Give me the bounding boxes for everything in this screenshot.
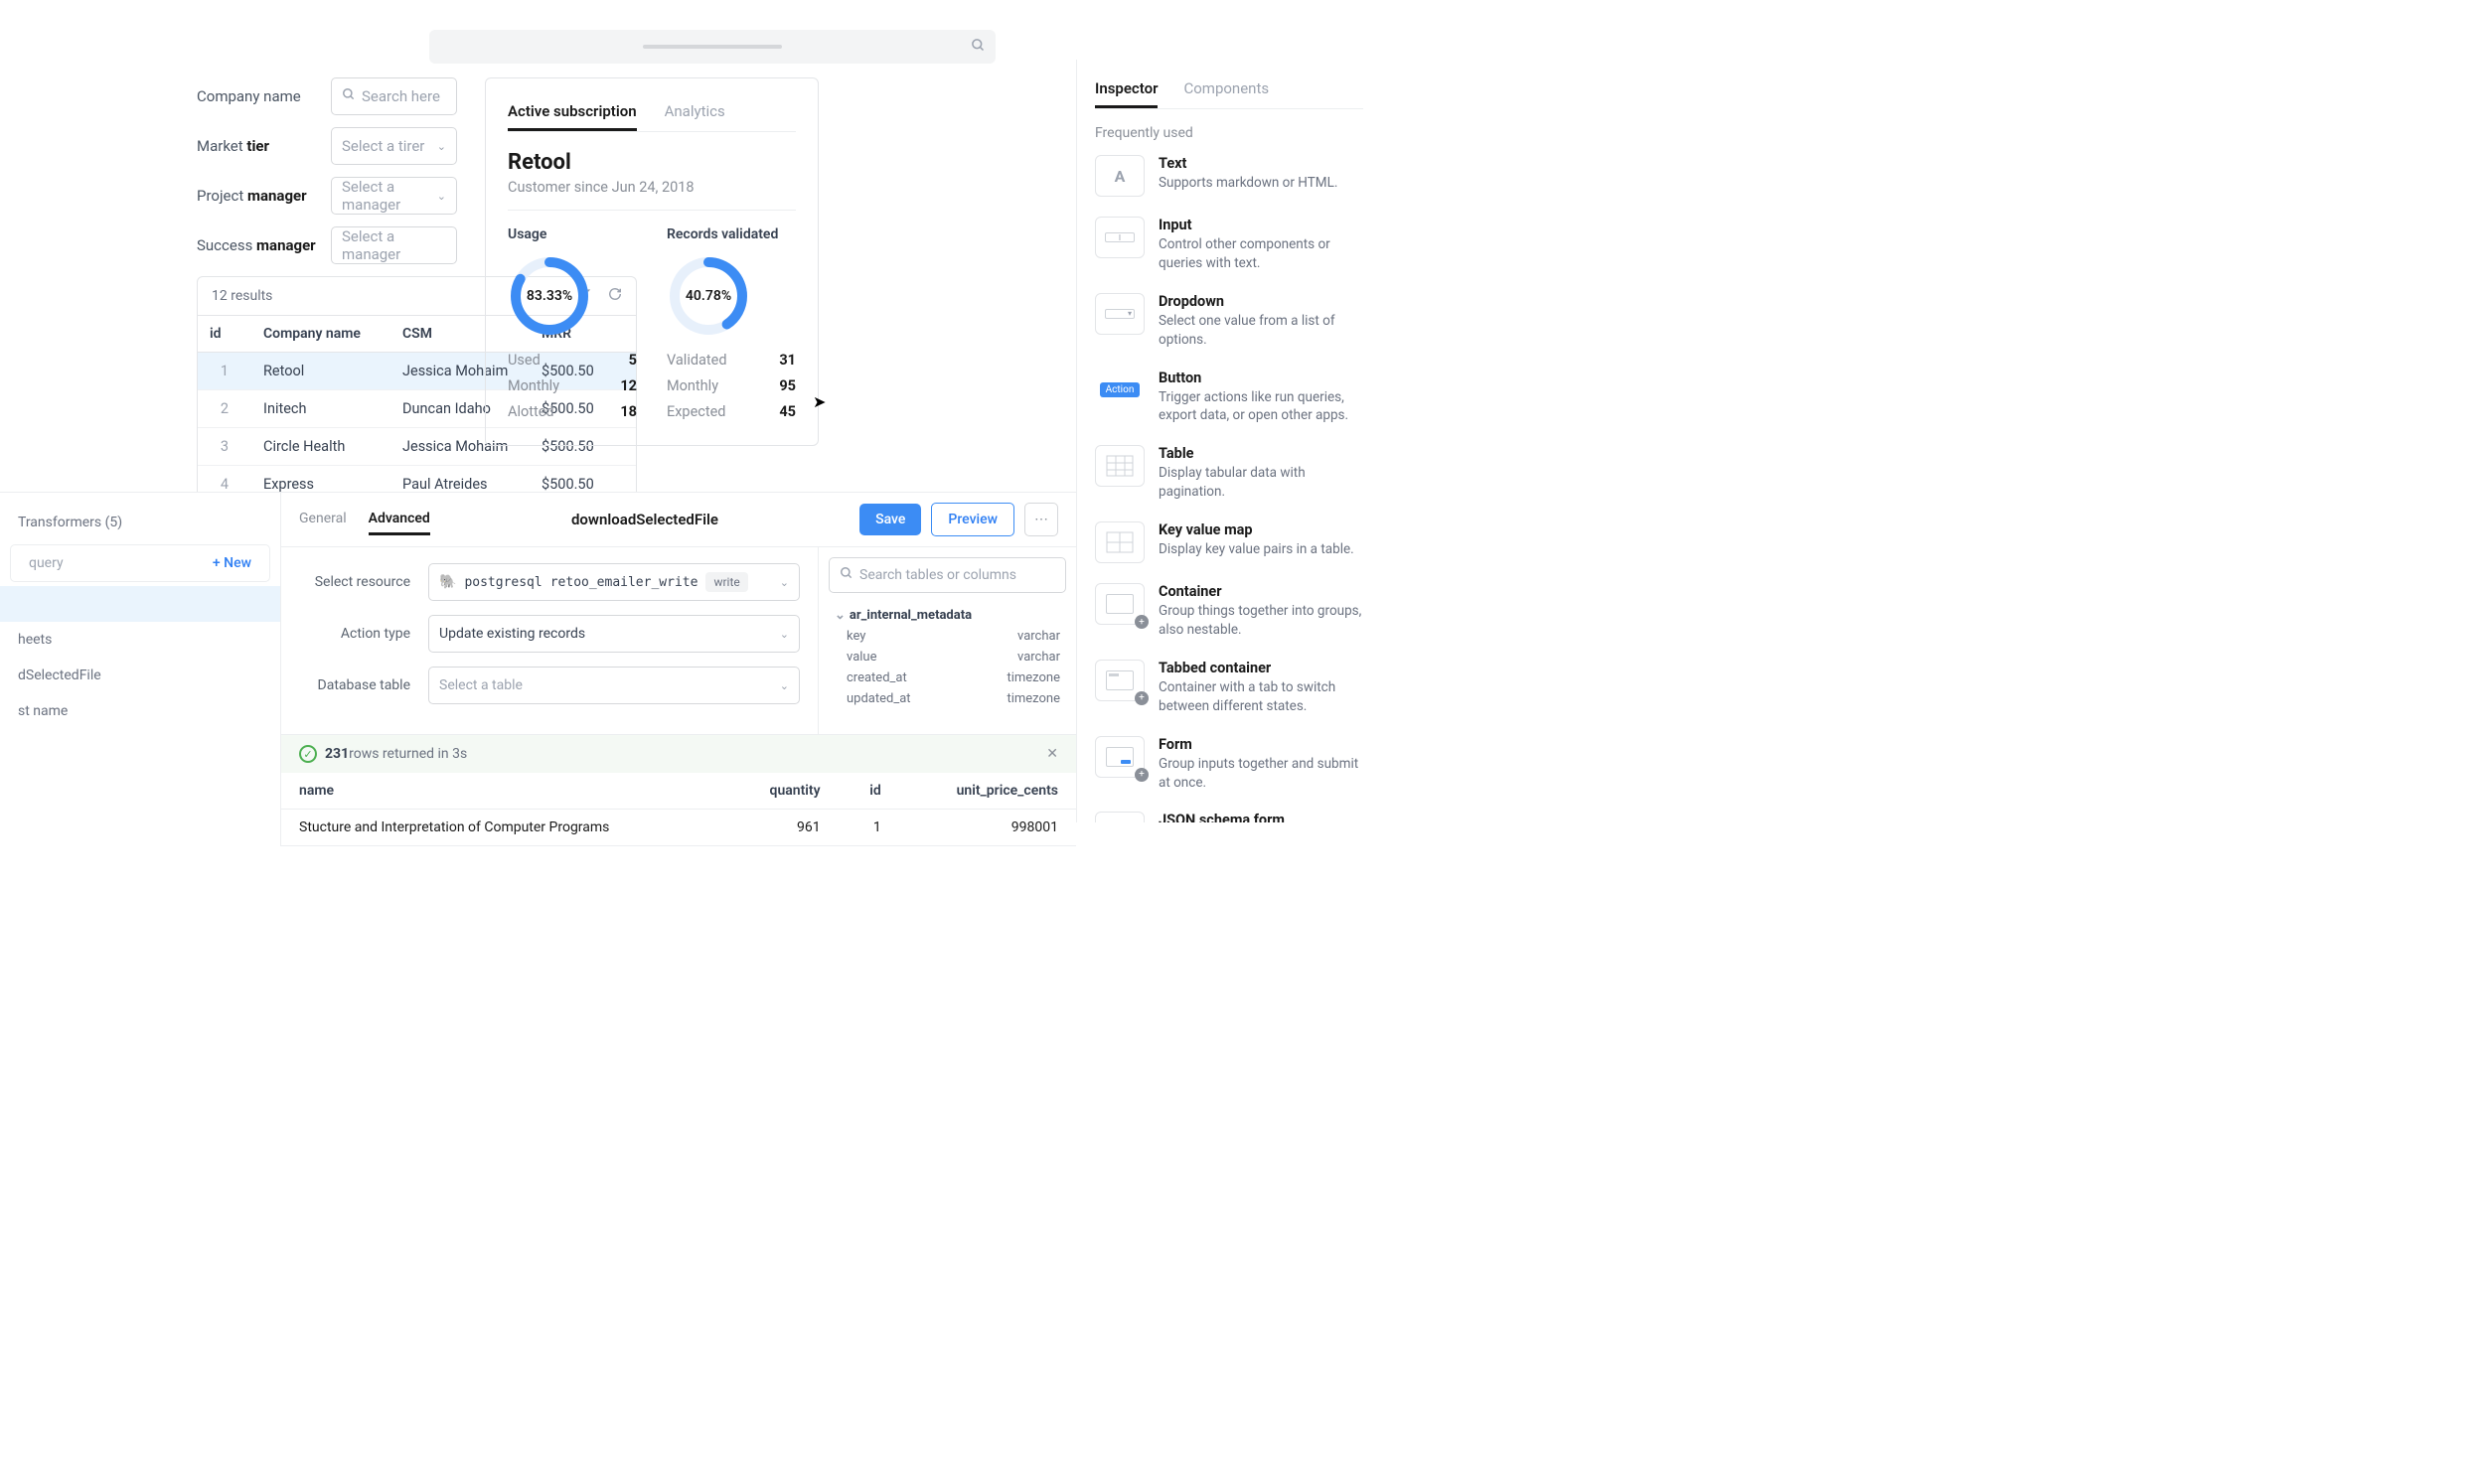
component-json[interactable]: JSON+ JSON schema formGenerate forms fro…: [1095, 812, 1363, 822]
list-item[interactable]: heets: [0, 622, 280, 658]
search-icon: [840, 566, 853, 584]
action-label: Action type: [299, 626, 428, 642]
chevron-down-icon: ⌄: [780, 679, 789, 692]
save-button[interactable]: Save: [859, 504, 921, 535]
col-id[interactable]: id: [839, 773, 899, 810]
tab-general[interactable]: General: [299, 505, 347, 535]
form-icon: +: [1095, 736, 1145, 778]
schema-col: keyvarchar: [829, 626, 1066, 647]
tab-active-subscription[interactable]: Active subscription: [508, 94, 637, 131]
component-container[interactable]: + ContainerGroup things together into gr…: [1095, 583, 1363, 640]
query-search[interactable]: query: [29, 555, 64, 571]
schema-search[interactable]: Search tables or columns: [829, 557, 1066, 593]
component-dropdown[interactable]: ▾ DropdownSelect one value from a list o…: [1095, 293, 1363, 350]
component-tabbed[interactable]: + Tabbed containerContainer with a tab t…: [1095, 660, 1363, 716]
cursor-icon: ➤: [813, 392, 826, 411]
text-icon: A: [1095, 155, 1145, 197]
more-button[interactable]: ⋯: [1024, 503, 1058, 536]
schema-table[interactable]: ⌄ar_internal_metadata: [829, 605, 1066, 626]
col-id[interactable]: id: [198, 316, 251, 352]
schema-col: created_attimezone: [829, 668, 1066, 688]
list-item[interactable]: [0, 586, 280, 622]
frequently-used: Frequently used: [1095, 125, 1363, 141]
customer-since: Customer since Jun 24, 2018: [508, 179, 796, 196]
tab-advanced[interactable]: Advanced: [369, 505, 430, 535]
detail-card: Active subscription Analytics Retool Cus…: [485, 77, 819, 446]
company-title: Retool: [508, 150, 796, 175]
success-manager-label: Success manager: [197, 236, 331, 254]
inspector-panel: Inspector Components Frequently used A T…: [1076, 60, 1381, 822]
chevron-down-icon: ⌄: [437, 190, 446, 203]
search-icon: [971, 38, 986, 57]
schema-col: valuevarchar: [829, 647, 1066, 668]
col-qty[interactable]: quantity: [727, 773, 839, 810]
top-search-bar[interactable]: [429, 30, 996, 64]
chevron-down-icon: ⌄: [437, 140, 446, 153]
tab-components[interactable]: Components: [1183, 72, 1269, 108]
results-count: 12 results: [212, 288, 272, 304]
list-item[interactable]: dSelectedFile: [0, 658, 280, 693]
json-icon: JSON+: [1095, 812, 1145, 822]
close-icon[interactable]: ✕: [1046, 746, 1058, 762]
list-item[interactable]: st name: [0, 693, 280, 729]
component-form[interactable]: + FormGroup inputs together and submit a…: [1095, 736, 1363, 793]
postgres-icon: 🐘: [439, 574, 456, 590]
component-table[interactable]: TableDisplay tabular data with paginatio…: [1095, 445, 1363, 502]
market-tier-label: Market tier: [197, 137, 331, 155]
component-text[interactable]: A TextSupports markdown or HTML.: [1095, 155, 1363, 197]
button-icon: Action: [1095, 370, 1145, 411]
market-tier-select[interactable]: Select a tirer ⌄: [331, 127, 457, 165]
col-price[interactable]: unit_price_cents: [899, 773, 1076, 810]
query-editor-panel: Transformers (5) query + New heets dSele…: [0, 492, 1076, 846]
results-table: name quantity id unit_price_cents Stuctu…: [281, 773, 1076, 846]
company-search-input[interactable]: Search here: [331, 77, 457, 115]
success-manager-select[interactable]: Select a manager: [331, 226, 457, 264]
project-manager-label: Project manager: [197, 187, 331, 205]
placeholder: Select a manager: [342, 178, 446, 214]
preview-button[interactable]: Preview: [931, 503, 1014, 536]
resource-label: Select resource: [299, 574, 428, 590]
action-select[interactable]: Update existing records ⌄: [428, 615, 800, 653]
result-row[interactable]: Stucture and Interpretation of Computer …: [281, 810, 1076, 846]
rows-text: rows returned in 3s: [349, 746, 467, 762]
records-donut: 40.78%: [667, 254, 750, 338]
table-label: Database table: [299, 677, 428, 693]
chevron-down-icon: ⌄: [780, 628, 789, 641]
company-name-label: Company name: [197, 87, 331, 105]
new-button[interactable]: + New: [213, 555, 251, 571]
schema-col: updated_attimezone: [829, 688, 1066, 709]
chevron-down-icon: ⌄: [780, 576, 789, 589]
col-name[interactable]: name: [281, 773, 727, 810]
project-manager-select[interactable]: Select a manager ⌄: [331, 177, 457, 215]
rows-count: 231: [325, 746, 349, 762]
input-icon: I: [1095, 217, 1145, 258]
usage-donut: 83.33%: [508, 254, 591, 338]
table-icon: [1095, 445, 1145, 487]
container-icon: +: [1095, 583, 1145, 625]
placeholder: Select a manager: [342, 227, 446, 263]
component-kvmap[interactable]: Key value mapDisplay key value pairs in …: [1095, 521, 1363, 563]
placeholder: Select a tirer: [342, 137, 424, 155]
col-company[interactable]: Company name: [251, 316, 390, 352]
placeholder: Search here: [362, 87, 440, 105]
tab-inspector[interactable]: Inspector: [1095, 72, 1158, 108]
query-title: downloadSelectedFile: [571, 511, 718, 528]
component-input[interactable]: I InputControl other components or queri…: [1095, 217, 1363, 273]
dropdown-icon: ▾: [1095, 293, 1145, 335]
check-icon: ✓: [299, 745, 317, 763]
tabbed-icon: +: [1095, 660, 1145, 701]
search-icon: [342, 87, 356, 105]
resource-select[interactable]: 🐘 postgresql retoo_emailer_write write ⌄: [428, 563, 800, 601]
table-select[interactable]: Select a table ⌄: [428, 667, 800, 704]
usage-title: Usage: [508, 226, 637, 242]
placeholder-line: [643, 45, 782, 49]
records-title: Records validated: [667, 226, 796, 242]
component-button[interactable]: Action ButtonTrigger actions like run qu…: [1095, 370, 1363, 426]
tab-analytics[interactable]: Analytics: [665, 94, 725, 131]
transformers-header: Transformers (5): [18, 515, 122, 530]
kvmap-icon: [1095, 521, 1145, 563]
